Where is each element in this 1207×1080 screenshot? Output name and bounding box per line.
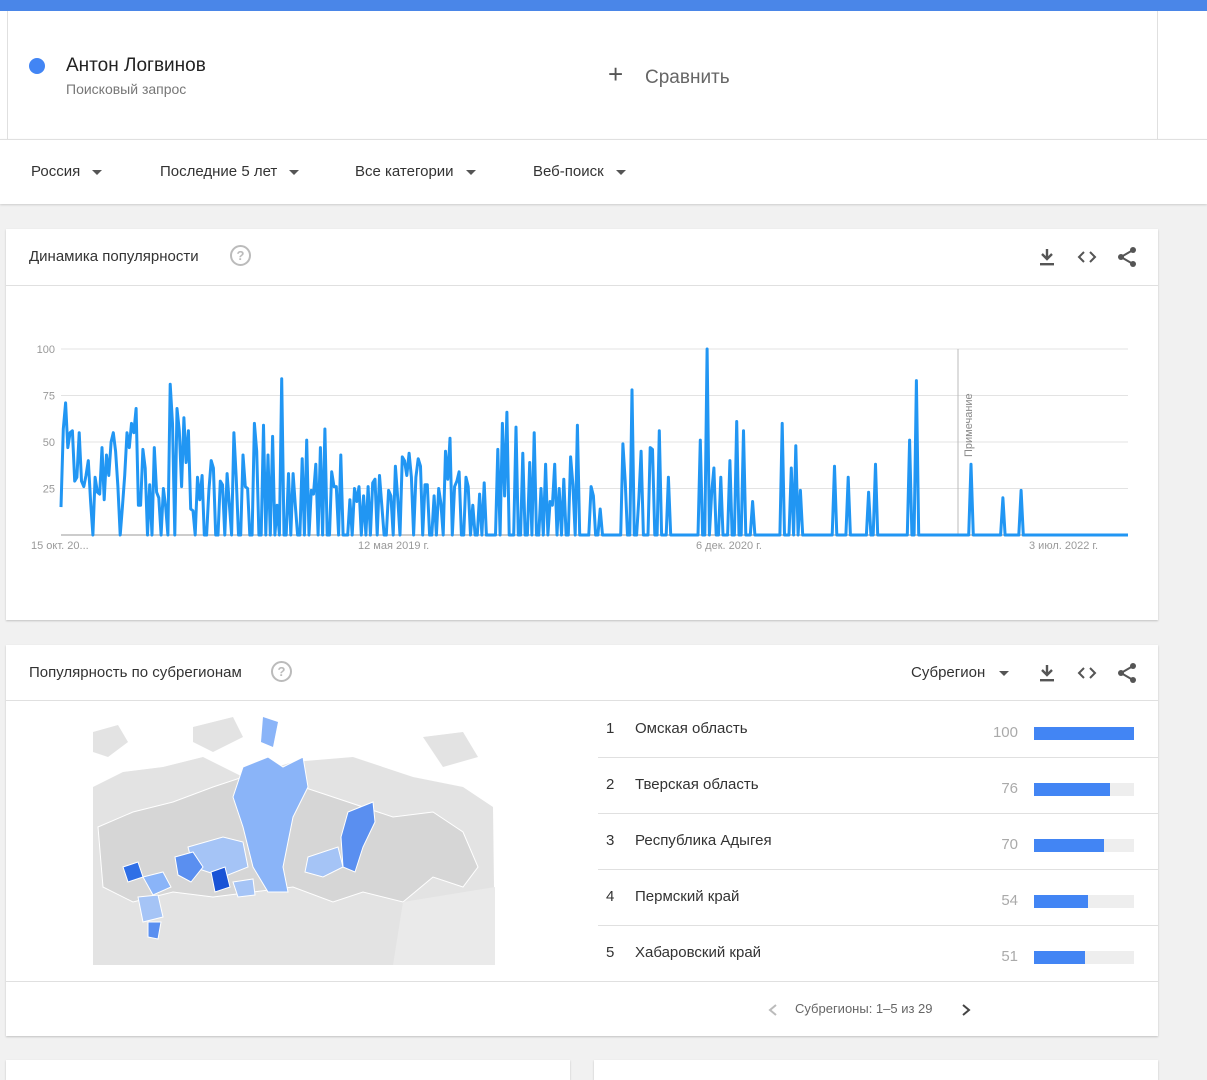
- filter-label: Веб-поиск: [533, 163, 604, 180]
- download-icon[interactable]: [1035, 245, 1059, 269]
- related-queries-card: [594, 1060, 1158, 1080]
- dropdown-label: Субрегион: [911, 664, 986, 681]
- region-name: Республика Адыгея: [635, 832, 772, 849]
- subregion-dropdown[interactable]: Субрегион: [911, 664, 1010, 681]
- trend-chart: 25 50 75 100 15 окт. 20... 12 мая 2019 г. 6 д…: [31, 344, 1128, 552]
- filter-label: Последние 5 лет: [160, 163, 278, 180]
- filter-bar: Россия Последние 5 лет Все категории Веб…: [0, 139, 1207, 204]
- region-value: 100: [992, 724, 1018, 741]
- chevron-down-icon: [92, 169, 103, 175]
- filter-category-dropdown[interactable]: Все категории: [355, 163, 476, 180]
- y-tick-label: 75: [43, 391, 55, 403]
- region-name: Тверская область: [635, 776, 759, 793]
- region-name: Хабаровский край: [635, 944, 762, 961]
- related-topics-card: [6, 1060, 570, 1080]
- region-row[interactable]: 1 Омская область 100: [598, 701, 1158, 758]
- region-value: 51: [1001, 948, 1018, 965]
- filter-label: Все категории: [355, 163, 454, 180]
- help-icon[interactable]: ?: [230, 245, 251, 266]
- region-row[interactable]: 5 Хабаровский край 51: [598, 925, 1158, 982]
- interest-over-time-card: Динамика популярности ? 25 50 75 100 15 окт…: [6, 229, 1158, 620]
- card-title: Популярность по субрегионам: [29, 664, 242, 681]
- subregion-card: Популярность по субрегионам ? Субрегион: [6, 645, 1158, 1036]
- top-accent-bar: [0, 0, 1207, 11]
- term-color-dot: [29, 58, 45, 74]
- region-bar: [1034, 783, 1110, 796]
- search-term-card[interactable]: Антон Логвинов Поисковый запрос: [7, 11, 583, 139]
- region-rank: 3: [606, 832, 615, 849]
- region-value: 76: [1001, 780, 1018, 797]
- download-icon[interactable]: [1035, 661, 1059, 685]
- region-bar: [1034, 951, 1085, 964]
- chevron-down-icon: [465, 169, 476, 175]
- russia-map[interactable]: [93, 717, 495, 965]
- region-bar: [1034, 727, 1134, 740]
- filter-region-dropdown[interactable]: Россия: [31, 163, 103, 180]
- term-type: Поисковый запрос: [66, 81, 187, 97]
- compare-button[interactable]: + Сравнить: [582, 11, 1158, 139]
- region-bar-track: [1034, 783, 1134, 796]
- region-value: 70: [1001, 836, 1018, 853]
- card-divider: [6, 981, 1158, 982]
- region-rank: 5: [606, 944, 615, 961]
- region-bar-track: [1034, 951, 1134, 964]
- region-row[interactable]: 2 Тверская область 76: [598, 757, 1158, 814]
- y-tick-label: 50: [43, 437, 55, 449]
- plus-icon: +: [608, 59, 624, 89]
- region-rank: 4: [606, 888, 615, 905]
- region-name: Омская область: [635, 720, 748, 737]
- x-tick-label: 3 июл. 2022 г.: [1029, 540, 1098, 552]
- chevron-right-icon[interactable]: [960, 1003, 972, 1017]
- region-rank: 1: [606, 720, 615, 737]
- region-bar-track: [1034, 895, 1134, 908]
- embed-code-icon[interactable]: [1075, 661, 1099, 685]
- chevron-down-icon: [615, 169, 626, 175]
- pager-label: Субрегионы: 1–5 из 29: [795, 1001, 933, 1016]
- region-value: 54: [1001, 892, 1018, 909]
- region-bar-track: [1034, 727, 1134, 740]
- share-icon[interactable]: [1115, 245, 1139, 269]
- filter-search-type-dropdown[interactable]: Веб-поиск: [533, 163, 626, 180]
- compare-label: Сравнить: [645, 67, 730, 88]
- x-tick-label: 15 окт. 20...: [31, 540, 89, 552]
- share-icon[interactable]: [1115, 661, 1139, 685]
- x-tick-label: 6 дек. 2020 г.: [696, 540, 762, 552]
- region-bar: [1034, 895, 1088, 908]
- help-icon[interactable]: ?: [271, 661, 292, 682]
- chevron-down-icon: [289, 169, 300, 175]
- chevron-left-icon[interactable]: [767, 1003, 779, 1017]
- x-tick-label: 12 мая 2019 г.: [358, 540, 429, 552]
- embed-code-icon[interactable]: [1075, 245, 1099, 269]
- region-name: Пермский край: [635, 888, 740, 905]
- region-rank: 2: [606, 776, 615, 793]
- region-bar-track: [1034, 839, 1134, 852]
- filter-period-dropdown[interactable]: Последние 5 лет: [160, 163, 300, 180]
- chevron-down-icon: [999, 670, 1010, 676]
- filter-label: Россия: [31, 163, 81, 180]
- region-bar: [1034, 839, 1104, 852]
- note-marker-label[interactable]: Примечание: [963, 393, 975, 457]
- region-row[interactable]: 4 Пермский край 54: [598, 869, 1158, 926]
- card-title: Динамика популярности: [29, 248, 199, 265]
- y-tick-label: 25: [43, 484, 55, 496]
- region-row[interactable]: 3 Республика Адыгея 70: [598, 813, 1158, 870]
- y-tick-label: 100: [37, 344, 55, 356]
- term-name[interactable]: Антон Логвинов: [66, 55, 206, 77]
